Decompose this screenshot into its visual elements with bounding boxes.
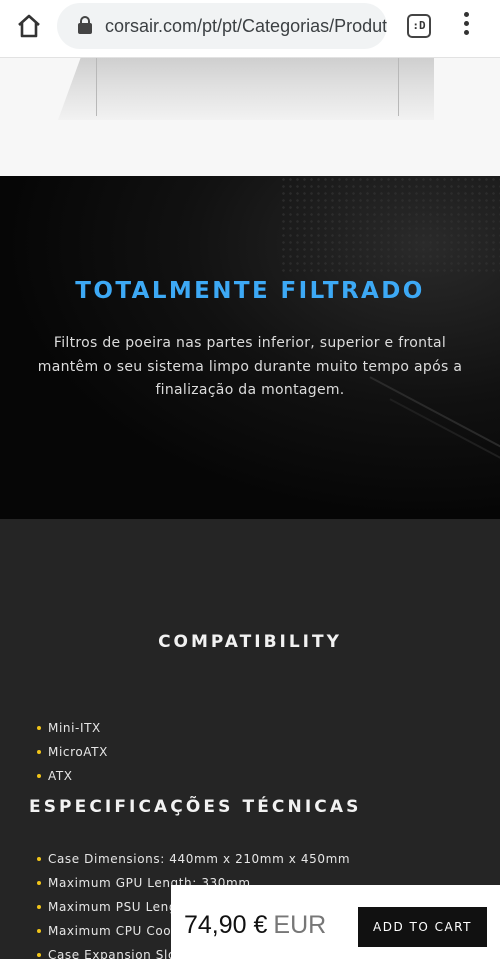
list-item: Mini-ITX <box>37 716 108 740</box>
bullet-icon <box>37 749 41 754</box>
compatibility-list: Mini-ITX MicroATX ATX <box>37 716 108 788</box>
price-display: 74,90 € EUR <box>184 911 326 940</box>
feature-title: TOTALMENTE FILTRADO <box>75 278 425 304</box>
address-bar[interactable]: corsair.com/pt/pt/Categorias/Produto <box>57 3 387 49</box>
compatibility-title: COMPATIBILITY <box>158 632 342 652</box>
lock-icon <box>78 16 92 34</box>
product-image <box>0 58 500 176</box>
list-item: ATX <box>37 764 108 788</box>
list-item: MicroATX <box>37 740 108 764</box>
purchase-bar: 74,90 € EUR ADD TO CART <box>171 885 500 959</box>
case-mesh-background <box>280 176 500 276</box>
bullet-icon <box>37 773 41 778</box>
bullet-icon <box>37 904 41 909</box>
price-value: 74,90 € <box>184 911 268 939</box>
case-bottom-image <box>58 58 434 120</box>
url-text: corsair.com/pt/pt/Categorias/Produto <box>105 16 387 36</box>
browser-toolbar: corsair.com/pt/pt/Categorias/Produto :D <box>0 0 500 58</box>
feature-description: Filtros de poeira nas partes inferior, s… <box>37 335 463 398</box>
feature-section-filtered: TOTALMENTE FILTRADO Filtros de poeira na… <box>0 176 500 519</box>
bullet-icon <box>37 952 41 957</box>
bullet-icon <box>37 880 41 885</box>
tab-switcher-button[interactable]: :D <box>407 14 431 38</box>
list-item: Case Dimensions: 440mm x 210mm x 450mm <box>37 847 350 871</box>
tech-specs-title: ESPECIFICAÇÕES TÉCNICAS <box>29 797 362 817</box>
home-icon[interactable] <box>14 11 44 41</box>
add-to-cart-button[interactable]: ADD TO CART <box>358 907 487 947</box>
bullet-icon <box>37 856 41 861</box>
bullet-icon <box>37 725 41 730</box>
more-menu-icon[interactable] <box>458 12 474 40</box>
currency-code: EUR <box>273 911 327 939</box>
bullet-icon <box>37 928 41 933</box>
